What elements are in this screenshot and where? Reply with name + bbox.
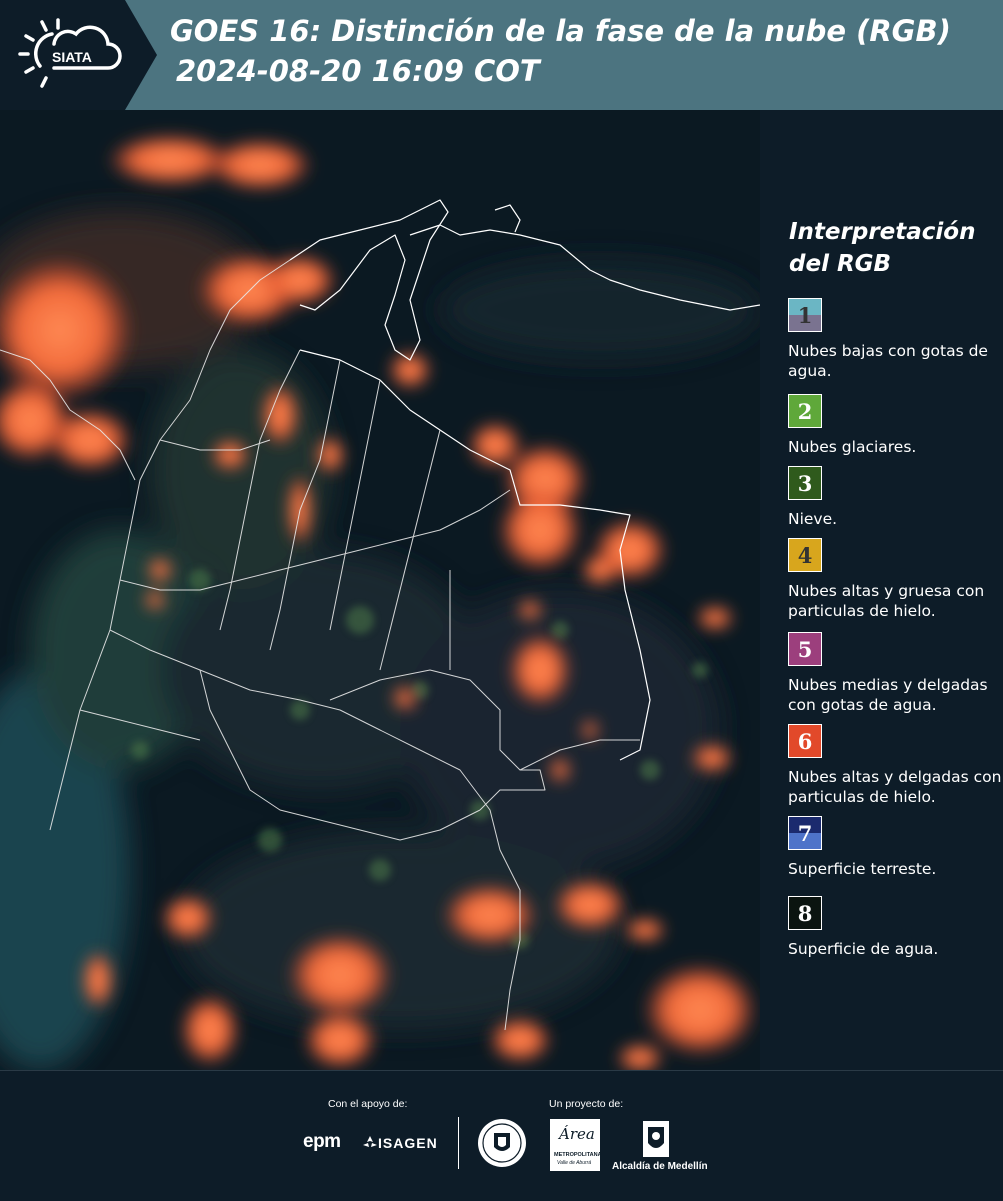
isagen-logo-text: ISAGEN bbox=[378, 1135, 438, 1151]
area-subtitle-2: Valle de Aburrá bbox=[557, 1160, 592, 1166]
legend-number: 5 bbox=[797, 636, 813, 662]
legend-label: Nubes medias y delgadas con gotas de agu… bbox=[788, 676, 988, 714]
legend-label: Nubes altas y gruesa con particulas de h… bbox=[788, 582, 985, 620]
page-title: GOES 16: Distinción de la fase de la nub… bbox=[170, 14, 951, 48]
support-label: Con el apoyo de: bbox=[328, 1098, 408, 1110]
sun-cloud-logo-icon: SIATA bbox=[0, 0, 157, 110]
legend-title: Interpretación del RGB bbox=[789, 219, 976, 277]
header: SIATA GOES 16: Distinción de la fase de … bbox=[0, 0, 1003, 110]
legend-item-7: 7 Superficie terreste. bbox=[788, 816, 1003, 879]
legend-item-1: 1 Nubes bajas con gotas de agua. bbox=[788, 298, 1003, 381]
area-subtitle: METROPOLITANA bbox=[554, 1152, 602, 1158]
legend-label: Nubes glaciares. bbox=[788, 438, 917, 456]
logo-text: SIATA bbox=[52, 49, 92, 65]
legend-swatch-1: 1 bbox=[788, 298, 822, 332]
epm-logo-text: epm bbox=[303, 1131, 341, 1152]
footer-divider bbox=[458, 1117, 459, 1169]
legend-label: Nieve. bbox=[788, 510, 838, 528]
legend-number: 7 bbox=[797, 820, 813, 846]
legend-swatch-6: 6 bbox=[788, 724, 822, 758]
legend-item-6: 6 Nubes altas y delgadas con particulas … bbox=[788, 724, 1003, 807]
legend-panel: Interpretación del RGB 1 Nubes bajas con… bbox=[760, 110, 1003, 1070]
legend-item-8: 8 Superficie de agua. bbox=[788, 896, 1003, 959]
alcaldia-shield-icon bbox=[641, 1119, 671, 1164]
legend-swatch-7: 7 bbox=[788, 816, 822, 850]
legend-swatch-5: 5 bbox=[788, 632, 822, 666]
legend-number: 3 bbox=[797, 470, 813, 496]
legend-label: Nubes altas y delgadas con particulas de… bbox=[788, 768, 1002, 806]
area-metropolitana-logo-icon: Área METROPOLITANA Valle de Aburrá bbox=[550, 1119, 602, 1171]
satellite-map bbox=[0, 110, 760, 1070]
legend-label: Superficie de agua. bbox=[788, 940, 939, 958]
university-seal-icon bbox=[476, 1117, 528, 1174]
satellite-image bbox=[0, 110, 760, 1070]
legend-number: 1 bbox=[797, 302, 813, 328]
legend-item-4: 4 Nubes altas y gruesa con particulas de… bbox=[788, 538, 1003, 621]
project-label: Un proyecto de: bbox=[549, 1098, 624, 1110]
legend-item-3: 3 Nieve. bbox=[788, 466, 1003, 529]
timestamp: 2024-08-20 16:09 COT bbox=[176, 54, 540, 88]
epm-logo-icon: epm bbox=[303, 1131, 341, 1153]
legend-item-5: 5 Nubes medias y delgadas con gotas de a… bbox=[788, 632, 1003, 715]
alcaldia-label: Alcaldía de Medellín bbox=[612, 1161, 708, 1172]
legend-swatch-8: 8 bbox=[788, 896, 822, 930]
legend-swatch-4: 4 bbox=[788, 538, 822, 572]
legend-swatch-3: 3 bbox=[788, 466, 822, 500]
legend-label: Nubes bajas con gotas de agua. bbox=[788, 342, 988, 380]
legend-number: 8 bbox=[797, 900, 813, 926]
legend-item-2: 2 Nubes glaciares. bbox=[788, 394, 1003, 457]
legend-number: 4 bbox=[797, 542, 813, 568]
legend-number: 2 bbox=[797, 398, 813, 424]
siata-logo: SIATA bbox=[0, 0, 160, 110]
area-title: Área bbox=[559, 1125, 595, 1143]
legend-swatch-2: 2 bbox=[788, 394, 822, 428]
legend-label: Superficie terreste. bbox=[788, 860, 937, 878]
footer: Con el apoyo de: Un proyecto de: epm ISA… bbox=[0, 1070, 1003, 1201]
legend-number: 6 bbox=[797, 728, 813, 754]
isagen-logo-icon: ISAGEN bbox=[362, 1133, 442, 1155]
